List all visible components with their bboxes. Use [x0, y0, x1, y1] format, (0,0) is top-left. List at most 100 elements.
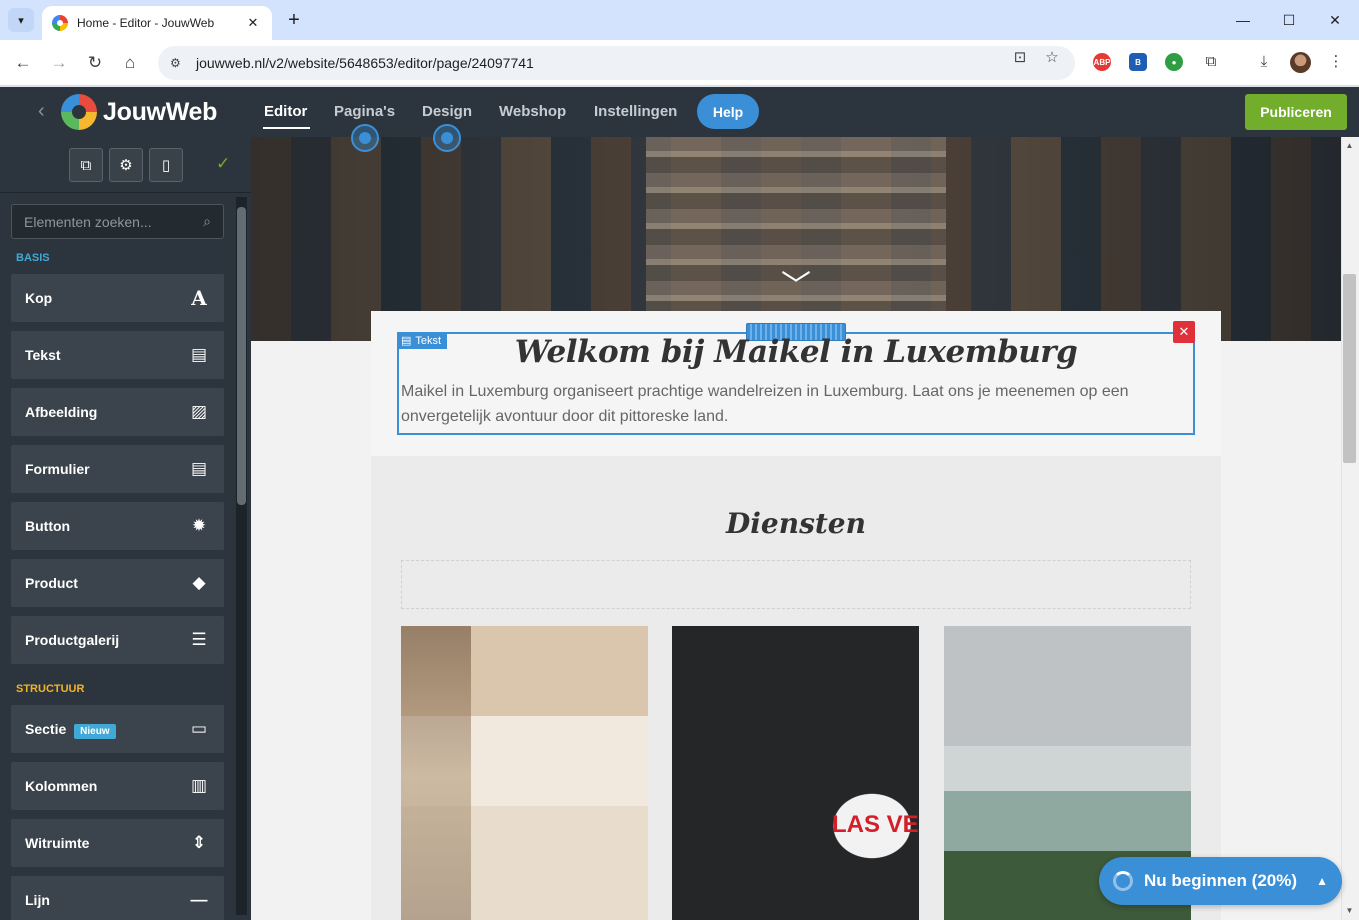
- element-button[interactable]: Button ✹: [11, 502, 224, 550]
- tag-icon: ◆: [192, 573, 206, 592]
- element-witruimte[interactable]: Witruimte ⇕: [11, 819, 224, 867]
- element-product[interactable]: Product ◆: [11, 559, 224, 607]
- maximize-button[interactable]: ☐: [1266, 8, 1312, 32]
- back-chevron-icon[interactable]: ‹: [38, 100, 45, 123]
- new-tab-button[interactable]: +: [284, 9, 304, 31]
- help-button[interactable]: Help: [697, 94, 759, 129]
- section-icon: ▭: [190, 719, 208, 738]
- home-icon[interactable]: ⌂: [118, 51, 142, 75]
- jouwweb-logo-icon: [61, 94, 97, 130]
- sidebar-scrollbar-thumb[interactable]: [237, 207, 246, 505]
- welcome-heading[interactable]: Welkom bij Maikel in Luxemburg: [397, 334, 1195, 370]
- download-icon[interactable]: ⤓: [1254, 52, 1274, 72]
- spacing-icon: ⇕: [191, 833, 207, 852]
- new-badge: Nieuw: [74, 724, 116, 739]
- tab-list-button[interactable]: ▾: [8, 8, 34, 32]
- search-placeholder: Elementen zoeken...: [24, 213, 152, 230]
- columns-icon: ▥: [190, 776, 208, 795]
- extensions-puzzle-icon[interactable]: ⧉: [1201, 52, 1221, 72]
- element-sectie[interactable]: Sectie Nieuw ▭: [11, 705, 224, 753]
- nav-pages[interactable]: Pagina's: [334, 103, 395, 120]
- element-kop[interactable]: Kop A: [11, 274, 224, 322]
- element-label: Witruimte: [25, 835, 90, 851]
- services-heading[interactable]: Diensten: [371, 507, 1221, 540]
- get-started-button[interactable]: Nu beginnen (20%) ▲: [1099, 857, 1342, 905]
- nav-webshop[interactable]: Webshop: [499, 103, 566, 120]
- element-label: Kolommen: [25, 778, 98, 794]
- design-hint-hotspot[interactable]: [433, 124, 461, 152]
- browser-tab[interactable]: Home - Editor - JouwWeb ✕: [42, 6, 272, 40]
- element-dropzone[interactable]: [401, 560, 1191, 609]
- extension-green-icon[interactable]: ●: [1165, 53, 1183, 71]
- element-label: Lijn: [25, 892, 50, 908]
- minimize-button[interactable]: —: [1220, 8, 1266, 32]
- menu-kebab-icon[interactable]: ⋮: [1326, 52, 1346, 72]
- element-label: Formulier: [25, 461, 90, 477]
- address-bar[interactable]: ⚙ jouwweb.nl/v2/website/5648653/editor/p…: [158, 46, 1075, 80]
- element-label: Product: [25, 575, 78, 591]
- section-basis-label: BASIS: [16, 252, 50, 264]
- bookmark-star-icon[interactable]: ☆: [1042, 48, 1062, 68]
- heading-icon: A: [191, 286, 207, 310]
- element-kolommen[interactable]: Kolommen ▥: [11, 762, 224, 810]
- form-icon: ▤: [190, 459, 208, 478]
- canvas-scrollbar-thumb[interactable]: [1343, 274, 1356, 463]
- canvas-scrollbar-track[interactable]: [1341, 137, 1359, 920]
- forward-arrow-icon[interactable]: →: [47, 51, 71, 75]
- publish-button[interactable]: Publiceren: [1245, 94, 1347, 130]
- pages-hint-hotspot[interactable]: [351, 124, 379, 152]
- nav-active-underline: [263, 127, 310, 129]
- reload-icon[interactable]: ↻: [83, 51, 107, 75]
- scroll-down-arrow-icon[interactable]: ▼: [1343, 906, 1356, 915]
- list-icon: ☰: [191, 630, 207, 649]
- back-arrow-icon[interactable]: ←: [11, 51, 35, 75]
- service-photo-street[interactable]: [401, 626, 648, 920]
- close-window-button[interactable]: ✕: [1312, 8, 1358, 32]
- page-canvas: ﹀ ▤ Tekst ✕ Welkom bij Maikel in Luxembur…: [251, 137, 1341, 920]
- scroll-down-chevron-icon[interactable]: ﹀: [778, 261, 814, 303]
- adblock-extension-icon[interactable]: ABP: [1093, 53, 1111, 71]
- app-header: ‹ JouwWeb Editor Pagina's Design Webshop…: [0, 87, 1359, 137]
- site-info-icon[interactable]: ⚙: [170, 56, 192, 70]
- element-tekst[interactable]: Tekst ▤: [11, 331, 224, 379]
- gear-icon[interactable]: ⚙: [109, 148, 143, 182]
- tab-title: Home - Editor - JouwWeb: [77, 16, 215, 30]
- element-formulier[interactable]: Formulier ▤: [11, 445, 224, 493]
- url-text: jouwweb.nl/v2/website/5648653/editor/pag…: [196, 55, 534, 71]
- element-label: Productgalerij: [25, 632, 120, 648]
- browser-tabbar: ▾ Home - Editor - JouwWeb ✕ + — ☐ ✕: [0, 0, 1359, 40]
- scroll-up-arrow-icon[interactable]: ▲: [1343, 141, 1356, 150]
- element-label-group: Sectie Nieuw: [25, 721, 188, 739]
- element-afbeelding[interactable]: Afbeelding ▨: [11, 388, 224, 436]
- nav-design[interactable]: Design: [422, 103, 472, 120]
- sidebar-toolbar: ⧉ ⚙ ▯ ✓: [0, 137, 251, 193]
- logo-text: JouwWeb: [103, 98, 218, 126]
- image-icon: ▨: [190, 402, 208, 421]
- open-external-icon[interactable]: ⧉: [69, 148, 103, 182]
- element-label: Afbeelding: [25, 404, 98, 420]
- favicon-icon: [52, 15, 68, 31]
- section-structure-label: STRUCTUUR: [16, 683, 85, 695]
- element-sidebar: ⧉ ⚙ ▯ ✓ Elementen zoeken... ⌕ BASIS Kop …: [0, 137, 251, 920]
- tab-close-icon[interactable]: ✕: [244, 15, 262, 31]
- element-label: Tekst: [25, 347, 61, 363]
- nav-editor[interactable]: Editor: [264, 103, 307, 120]
- install-app-icon[interactable]: ⊡: [1010, 48, 1030, 68]
- saved-check-icon: ✓: [216, 154, 231, 173]
- element-label: Button: [25, 518, 71, 534]
- intro-paragraph[interactable]: Maikel in Luxemburg organiseert prachtig…: [401, 379, 1191, 429]
- nav-settings[interactable]: Instellingen: [594, 103, 677, 120]
- element-lijn[interactable]: Lijn —: [11, 876, 224, 920]
- progress-spinner-icon: [1113, 871, 1133, 891]
- profile-avatar[interactable]: [1290, 52, 1311, 73]
- element-search-input[interactable]: Elementen zoeken... ⌕: [11, 204, 224, 239]
- element-label: Kop: [25, 290, 53, 306]
- mobile-preview-icon[interactable]: ▯: [149, 148, 183, 182]
- button-icon: ✹: [191, 516, 207, 535]
- element-label: Sectie: [25, 721, 67, 737]
- line-icon: —: [190, 890, 208, 909]
- element-productgalerij[interactable]: Productgalerij ☰: [11, 616, 224, 664]
- vegas-sign-text: LAS VE: [832, 811, 919, 838]
- service-photo-las-vegas[interactable]: LAS VE: [672, 626, 932, 920]
- extension-b-icon[interactable]: B: [1129, 53, 1147, 71]
